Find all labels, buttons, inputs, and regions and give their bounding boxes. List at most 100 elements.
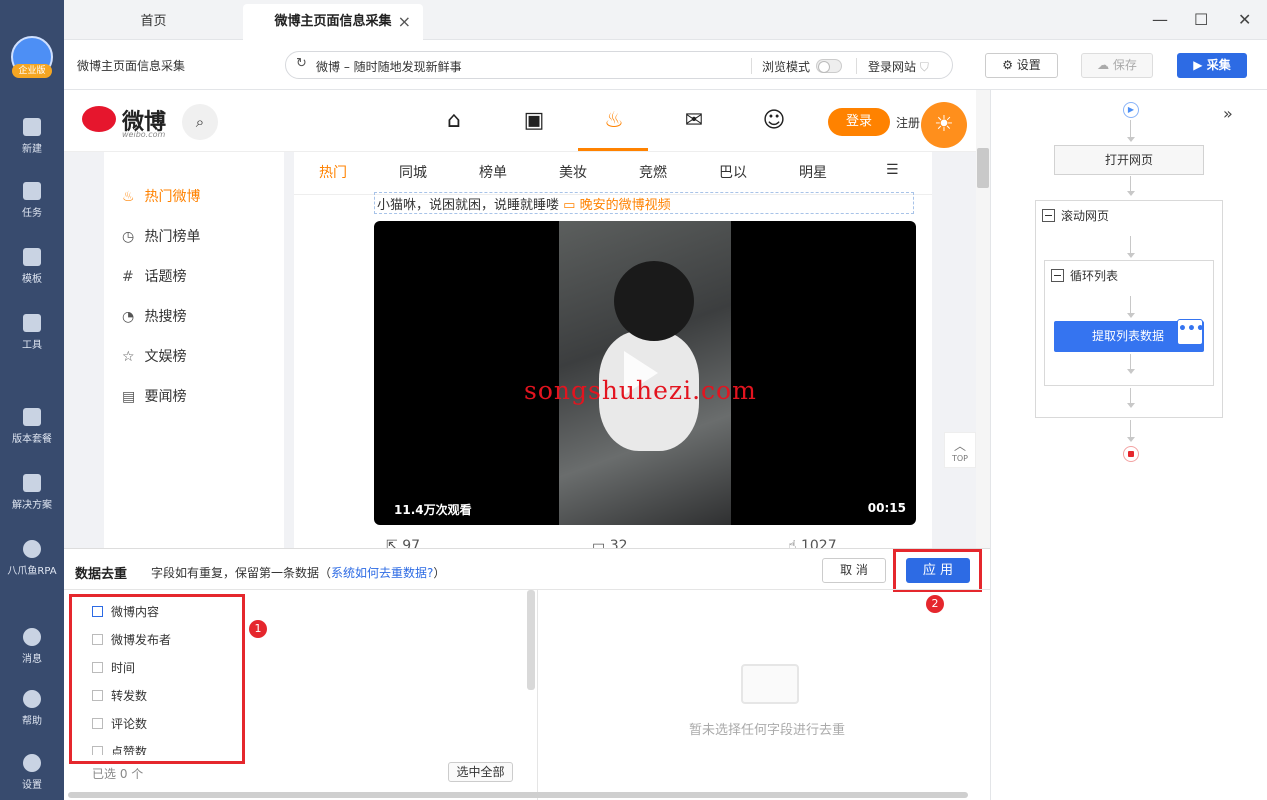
tab-task[interactable]: 微博主页面信息采集 × — [243, 4, 423, 40]
divider — [751, 58, 752, 74]
settings-button[interactable]: ⚙ 设置 — [985, 53, 1058, 78]
gear-icon — [23, 754, 41, 772]
login-site-button[interactable]: 登录网站 ⛉ — [868, 58, 929, 75]
video-icon[interactable]: ▣ — [519, 106, 549, 136]
sidebar-label: 解决方案 — [12, 500, 52, 511]
dedup-desc-prefix: 字段如有重复，保留第一条数据（ — [151, 566, 332, 580]
tab-home[interactable]: 首页 — [86, 4, 221, 40]
gear-icon: ⚙ — [1002, 58, 1013, 72]
menu-item-news[interactable]: ▤ 要闻榜 — [122, 386, 186, 406]
category-tab[interactable]: 美妆 — [559, 162, 587, 182]
more-options-button[interactable]: ••• — [1177, 319, 1205, 345]
sidebar-label: 模板 — [22, 274, 42, 285]
select-all-button[interactable]: 选中全部 — [448, 762, 513, 782]
task-flag-icon — [23, 182, 41, 200]
sidebar-item-settings[interactable]: 设置 — [0, 754, 64, 791]
fire-icon: ♨ — [122, 189, 135, 205]
sidebar-item-messages[interactable]: 消息 — [0, 628, 64, 665]
post-body: 小猫咻，说困就困，说睡就睡喽 — [377, 198, 560, 213]
field-list-scrollbar[interactable] — [527, 590, 535, 690]
repost-button[interactable]: ⇱ 97 — [386, 538, 420, 548]
user-icon[interactable]: ☺ — [759, 106, 789, 136]
category-tab[interactable]: 巴以 — [719, 162, 747, 182]
node-open-page[interactable]: 打开网页 — [1054, 145, 1204, 175]
sidebar-item-help[interactable]: 帮助 — [0, 690, 64, 727]
post-text[interactable]: 小猫咻，说困就困，说睡就睡喽 ▭ 晚安的微博视频 — [374, 192, 914, 214]
sidebar-item-plans[interactable]: 版本套餐 — [0, 408, 64, 445]
menu-item-entertainment[interactable]: ☆ 文娱榜 — [122, 346, 186, 366]
collapse-minus-icon[interactable] — [1051, 269, 1064, 282]
sidebar-item-solutions[interactable]: 解决方案 — [0, 474, 64, 511]
toolbox-icon — [23, 314, 41, 332]
empty-state-text: 暂未选择任何字段进行去重 — [689, 723, 846, 738]
sidebar-item-new[interactable]: 新建 — [0, 118, 64, 155]
sidebar-item-tools[interactable]: 工具 — [0, 314, 64, 351]
repost-count: 97 — [402, 538, 421, 548]
url-text[interactable]: 微博 – 随时随地发现新鲜事 — [316, 58, 462, 75]
panel-horizontal-scrollbar[interactable] — [68, 792, 968, 798]
minimize-button[interactable]: — — [1152, 10, 1168, 29]
weibo-register-link[interactable]: 注册 — [896, 114, 920, 131]
weibo-login-button[interactable]: 登录 — [828, 108, 890, 136]
category-more-icon[interactable]: ☰ — [886, 162, 899, 178]
address-bar[interactable]: ↻ 微博 – 随时随地发现新鲜事 浏览模式 登录网站 ⛉ — [285, 51, 953, 79]
video-player[interactable]: songshuhezi.com 11.4万次观看 00:15 — [374, 221, 916, 525]
solution-icon — [23, 474, 41, 492]
highlight-box-fields — [69, 594, 245, 764]
start-play-icon[interactable]: ▶ — [1123, 102, 1139, 118]
category-tab[interactable]: 竞燃 — [639, 162, 667, 182]
category-tab[interactable]: 同城 — [399, 162, 427, 182]
group-header[interactable]: 循环列表 — [1051, 267, 1118, 284]
menu-item-hot-weibo[interactable]: ♨ 热门微博 — [122, 186, 200, 206]
flow-connector — [1130, 388, 1131, 404]
lightbulb-icon[interactable]: ☀ — [921, 102, 967, 148]
category-tab[interactable]: 热门 — [319, 162, 347, 182]
weibo-feed: 热门 同城 榜单 美妆 竞燃 巴以 明星 ☰ 小猫咻，说困就困，说睡就睡喽 ▭ … — [294, 152, 932, 548]
back-to-top-button[interactable]: ︿ TOP — [944, 432, 976, 468]
dedup-description: 字段如有重复，保留第一条数据（系统如何去重数据?） — [151, 564, 445, 581]
sidebar-item-rpa[interactable]: 八爪鱼RPA — [0, 540, 64, 577]
cloud-upload-icon: ☁ — [1097, 58, 1110, 72]
menu-item-hot-search[interactable]: ◔ 热搜榜 — [122, 306, 186, 326]
group-header[interactable]: 滚动网页 — [1042, 207, 1109, 224]
maximize-button[interactable]: ☐ — [1194, 10, 1208, 29]
sidebar-label: 消息 — [22, 654, 42, 665]
menu-item-topics[interactable]: # 话题榜 — [122, 266, 186, 286]
menu-item-hot-list[interactable]: ◷ 热门榜单 — [122, 226, 200, 246]
category-tab[interactable]: 明星 — [799, 162, 827, 182]
like-button[interactable]: ☝ 1027 — [788, 538, 837, 548]
search-icon[interactable]: ⌕ — [182, 104, 218, 140]
collect-label: 采集 — [1206, 58, 1231, 72]
browser-scroll-thumb[interactable] — [977, 148, 989, 188]
cancel-button[interactable]: 取 消 — [822, 558, 886, 583]
collapse-minus-icon[interactable] — [1042, 209, 1055, 222]
save-button[interactable]: ☁ 保存 — [1081, 53, 1153, 78]
collect-button[interactable]: ▶ 采集 — [1177, 53, 1247, 78]
watermark: songshuhezi.com — [524, 376, 757, 405]
fire-icon[interactable]: ♨ — [599, 106, 629, 136]
browse-mode-toggle[interactable] — [816, 59, 842, 73]
sidebar-label: 任务 — [22, 208, 42, 219]
task-title: 微博主页面信息采集 — [77, 59, 186, 73]
mail-icon[interactable]: ✉ — [679, 106, 709, 136]
menu-item-label: 话题榜 — [144, 269, 187, 285]
close-icon[interactable]: × — [398, 4, 411, 40]
flow-connector — [1130, 236, 1131, 254]
weibo-logo-sub: weibo.com — [122, 130, 166, 139]
sidebar-item-templates[interactable]: 模板 — [0, 248, 64, 285]
dedup-help-link[interactable]: 系统如何去重数据? — [331, 566, 433, 580]
workflow-panel: » ▶ 打开网页 滚动网页 循环列表 提取列表数据 ••• — [990, 90, 1267, 800]
sidebar-label: 设置 — [22, 780, 42, 791]
step-badge-1: 1 — [249, 620, 267, 638]
arrow-down-icon — [1127, 403, 1135, 408]
double-chevron-right-icon[interactable]: » — [1223, 104, 1233, 123]
weibo-header: 微博 weibo.com ⌕ ⌂ ▣ ♨ ✉ ☺ 登录 注册 — [64, 90, 976, 152]
sidebar-item-tasks[interactable]: 任务 — [0, 182, 64, 219]
menu-item-label: 热门微博 — [144, 189, 201, 205]
comment-button[interactable]: ▭ 32 — [592, 538, 628, 548]
refresh-icon[interactable]: ↻ — [296, 56, 307, 71]
category-tab[interactable]: 榜单 — [479, 162, 507, 182]
window-close-button[interactable]: ✕ — [1238, 10, 1251, 29]
home-icon[interactable]: ⌂ — [439, 106, 469, 136]
video-link[interactable]: ▭ 晚安的微博视频 — [563, 198, 670, 213]
